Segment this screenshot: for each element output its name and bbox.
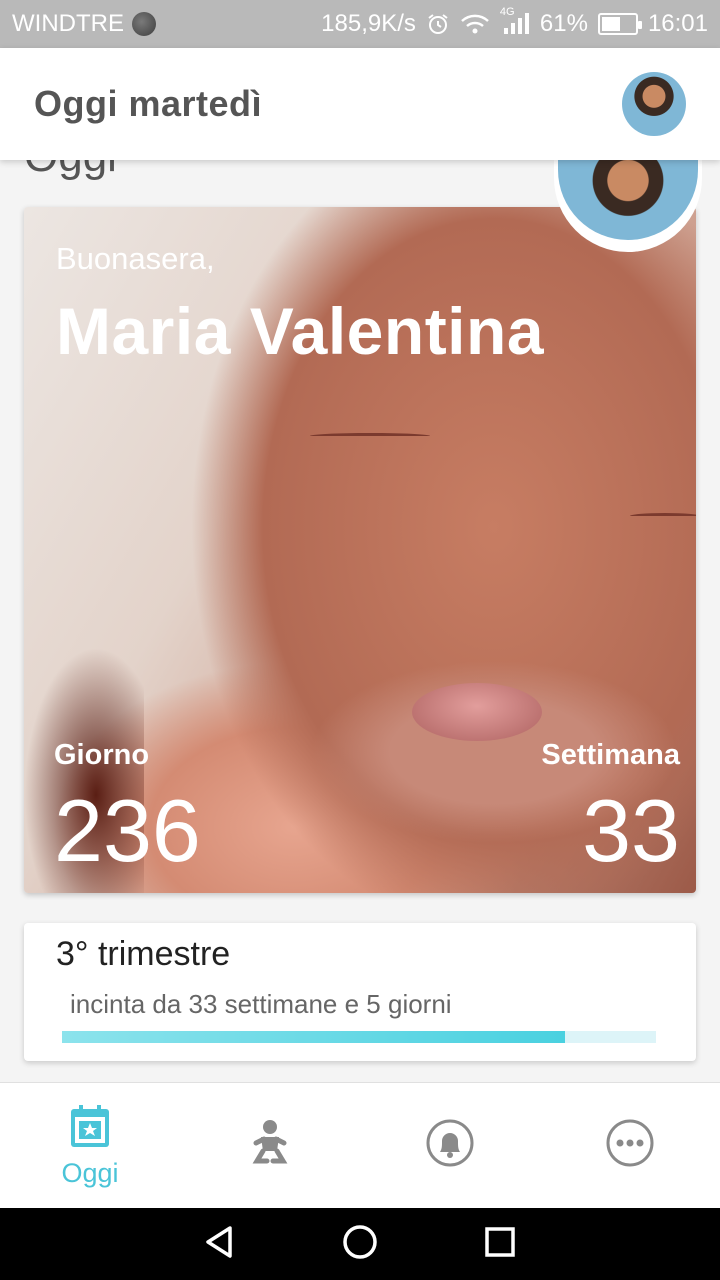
week-value: 33 <box>582 781 680 880</box>
home-icon[interactable] <box>340 1222 380 1267</box>
hero-card[interactable]: Buonasera, Maria Valentina Giorno 236 Se… <box>24 207 696 893</box>
nav-label-oggi: Oggi <box>61 1157 119 1188</box>
section-title: Oggi <box>24 160 117 182</box>
progress-track <box>62 1031 656 1043</box>
nav-item-community[interactable] <box>360 1083 540 1208</box>
day-label: Giorno <box>54 739 150 771</box>
carrier-name: WINDTRE <box>12 10 124 37</box>
clock: 16:01 <box>647 10 708 37</box>
week-label: Settimana <box>541 739 680 771</box>
baby-lips <box>412 683 542 741</box>
profile-avatar[interactable] <box>622 72 686 136</box>
nav-item-oggi[interactable]: Oggi <box>0 1083 180 1208</box>
nav-item-more[interactable] <box>540 1083 720 1208</box>
trimester-subtitle: incinta da 33 settimane e 5 giorni <box>70 989 452 1019</box>
user-name: Maria Valentina <box>56 294 545 368</box>
trimester-title: 3° trimestre <box>56 935 231 973</box>
sim-icon <box>131 12 156 36</box>
community-bell-icon <box>425 1118 475 1173</box>
battery-fill <box>601 17 620 31</box>
baby-eye-left <box>310 433 430 439</box>
main-content[interactable]: Oggi Buonasera, Maria Valentina Giorno 2… <box>0 160 720 1080</box>
greeting: Buonasera, <box>56 241 215 276</box>
battery-percent: 61% <box>539 10 588 37</box>
baby-icon <box>252 1119 288 1172</box>
progress-bar <box>62 1031 565 1043</box>
day-value: 236 <box>54 781 201 880</box>
carrier: WINDTRE <box>12 10 156 38</box>
wifi-icon <box>460 13 490 35</box>
more-icon <box>605 1118 655 1173</box>
baby-eye-right <box>630 513 696 519</box>
alarm-icon <box>426 12 450 36</box>
calendar-star-icon <box>69 1103 111 1154</box>
status-bar: WINDTRE 185,9K/s 4G 61% 16:01 <box>0 0 720 48</box>
system-nav-bar <box>0 1208 720 1280</box>
nav-item-baby[interactable] <box>180 1083 360 1208</box>
net-speed: 185,9K/s <box>321 10 416 37</box>
page-title: Oggi martedì <box>34 83 263 124</box>
back-icon[interactable] <box>200 1222 240 1267</box>
battery-icon <box>597 13 642 35</box>
recents-icon[interactable] <box>480 1222 520 1267</box>
signal-icon: 4G <box>500 6 530 36</box>
bottom-nav: Oggi <box>0 1082 720 1208</box>
app-bar: Oggi martedì <box>0 48 720 160</box>
network-type: 4G <box>499 6 515 18</box>
trimester-card[interactable]: 3° trimestre incinta da 33 settimane e 5… <box>24 923 696 1061</box>
